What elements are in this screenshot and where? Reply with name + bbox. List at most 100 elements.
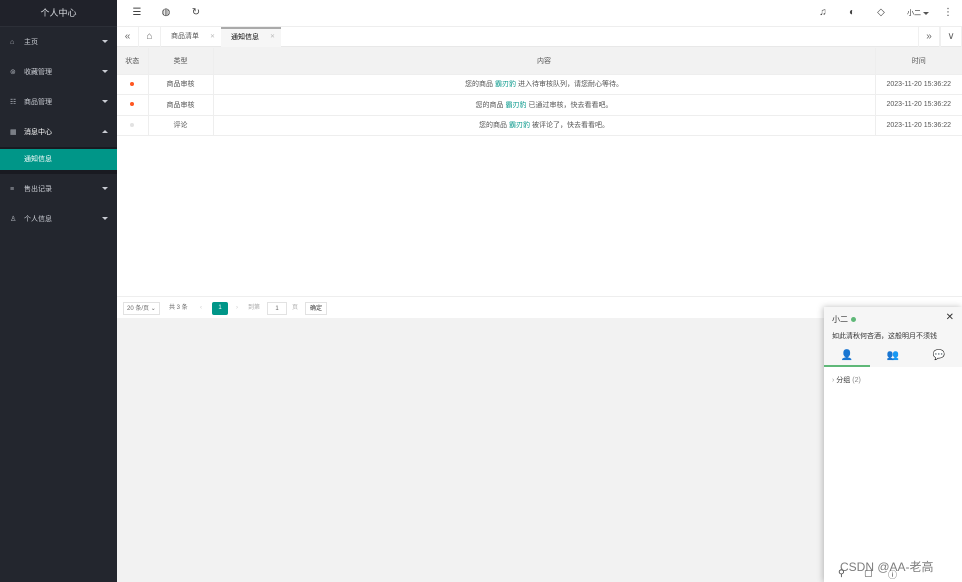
content-cell: 您的商品 霸刃豹 被评论了，快去看看吧。 <box>213 115 876 136</box>
sidebar-item-profile[interactable]: ♙ 个人信息 <box>0 204 117 234</box>
page-unit: 页 <box>292 305 299 311</box>
online-status-dot <box>851 317 856 323</box>
sidebar-item-label: 商品管理 <box>24 99 52 106</box>
goods-link[interactable]: 霸刃豹 <box>495 81 516 88</box>
sidebar-nav: ⌂ 主页 ⊚ 收藏管理 ☷ 商品管理 ▦ 消息中心 通知信息 ≡ 售出记录 ♙ <box>0 27 117 234</box>
chevron-down-icon <box>923 11 929 15</box>
sidebar-item-sales[interactable]: ≡ 售出记录 <box>0 174 117 204</box>
type-cell: 商品审核 <box>148 74 214 95</box>
current-page[interactable]: 1 <box>212 302 228 315</box>
top-header: ☰ ◍ ↻ ♫ ◐ ◇ 小二 ⋮ <box>117 0 962 27</box>
sidebar-submenu: 通知信息 <box>0 147 117 174</box>
home-tab-icon[interactable]: ⌂ <box>139 27 161 47</box>
friend-icon[interactable]: 👤 <box>824 347 870 367</box>
chevron-up-icon <box>102 130 108 133</box>
goods-link[interactable]: 霸刃豹 <box>509 122 530 129</box>
close-icon[interactable]: ✕ <box>210 27 215 47</box>
message-icon: ▦ <box>10 129 17 136</box>
type-cell: 评论 <box>148 115 214 136</box>
sidebar: 个人中心 ⌂ 主页 ⊚ 收藏管理 ☷ 商品管理 ▦ 消息中心 通知信息 ≡ 售出… <box>0 0 117 582</box>
refresh-icon[interactable]: ↻ <box>190 7 202 19</box>
user-name: 小二 <box>907 10 921 17</box>
chat-bubble-icon[interactable]: 💬 <box>916 347 962 367</box>
tab-bar: « ⌂ 商品清单 ✕ 通知信息 ✕ » ∨ <box>117 27 962 47</box>
tabs-prev-icon[interactable]: « <box>117 27 139 47</box>
chevron-down-icon[interactable]: ∨ <box>940 27 962 47</box>
content-text: 被评论了，快去看看吧。 <box>531 122 609 130</box>
tab-label: 商品清单 <box>171 33 199 40</box>
per-page-select[interactable]: 20 条/页 ⌄ <box>123 302 160 315</box>
content-text: 您的商品 <box>465 81 494 89</box>
tabs-next-icon[interactable]: » <box>918 27 940 47</box>
next-page-icon[interactable]: › <box>236 302 238 315</box>
goto-label: 到第 <box>248 305 261 311</box>
goods-icon: ☷ <box>10 99 17 106</box>
time-cell: 2023-11-20 15:36:22 <box>875 115 962 136</box>
sidebar-item-label: 个人信息 <box>24 216 52 223</box>
main-content: 状态 类型 内容 时间 商品审核 您的商品 霸刃豹 进入待审核队列，请您耐心等待… <box>117 48 962 318</box>
chevron-down-icon: ⌄ <box>150 306 156 312</box>
content-text: 已通过审核，快去看看吧。 <box>528 101 613 109</box>
goto-page-input[interactable]: 1 <box>267 302 287 315</box>
more-icon[interactable]: ⋮ <box>942 7 954 19</box>
confirm-button[interactable]: 确定 <box>305 302 328 315</box>
close-icon[interactable]: ✕ <box>946 312 954 323</box>
globe-icon[interactable]: ◍ <box>160 7 172 19</box>
tab-notifications[interactable]: 通知信息 ✕ <box>221 27 281 47</box>
prev-page-icon[interactable]: ‹ <box>200 302 202 315</box>
content-cell: 您的商品 霸刃豹 已通过审核，快去看看吧。 <box>213 94 876 116</box>
chevron-down-icon <box>102 40 108 43</box>
chat-tabs: 👤 👥 💬 <box>824 347 962 367</box>
per-page-value: 20 条/页 <box>127 306 150 312</box>
menu-toggle-icon[interactable]: ☰ <box>131 7 143 19</box>
notification-table: 状态 类型 内容 时间 商品审核 您的商品 霸刃豹 进入待审核队列，请您耐心等待… <box>117 48 962 136</box>
tab-label: 通知信息 <box>231 34 259 41</box>
group-count: (2) <box>852 377 861 384</box>
friend-group[interactable]: › 分组 (2) <box>832 375 861 385</box>
sidebar-subitem-notifications[interactable]: 通知信息 <box>0 149 117 170</box>
chevron-down-icon <box>102 217 108 220</box>
chat-user-name: 小二 <box>832 315 848 324</box>
user-icon: ♙ <box>10 216 17 223</box>
sidebar-item-home[interactable]: ⌂ 主页 <box>0 27 117 57</box>
status-dot <box>130 102 135 107</box>
content-text: 您的商品 <box>479 122 508 130</box>
status-dot <box>130 81 135 86</box>
col-type: 类型 <box>148 48 214 75</box>
type-cell: 商品审核 <box>148 94 214 116</box>
sidebar-item-messages[interactable]: ▦ 消息中心 <box>0 117 117 147</box>
chevron-down-icon <box>102 100 108 103</box>
tag-icon[interactable]: ◇ <box>875 7 887 19</box>
table-header-row: 状态 类型 内容 时间 <box>117 48 962 75</box>
total-count: 共 3 条 <box>169 305 188 311</box>
sidebar-item-collection[interactable]: ⊚ 收藏管理 <box>0 57 117 87</box>
col-content: 内容 <box>213 48 876 75</box>
home-icon: ⌂ <box>10 38 15 46</box>
col-status: 状态 <box>117 48 149 75</box>
chevron-down-icon <box>102 187 108 190</box>
sidebar-item-label: 售出记录 <box>24 186 52 193</box>
close-icon[interactable]: ✕ <box>270 29 275 46</box>
bell-icon[interactable]: ♫ <box>817 7 829 19</box>
content-cell: 您的商品 霸刃豹 进入待审核队列，请您耐心等待。 <box>213 74 876 95</box>
sidebar-logo-title: 个人中心 <box>0 0 117 27</box>
chat-panel: 小二 ✕ 如此清秋何吝酒，这般明月不须钱 👤 👥 💬 › 分组 (2) ⚲ ▢ … <box>824 307 962 582</box>
table-row[interactable]: 商品审核 您的商品 霸刃豹 进入待审核队列，请您耐心等待。 2023-11-20… <box>117 74 962 95</box>
table-row[interactable]: 评论 您的商品 霸刃豹 被评论了，快去看看吧。 2023-11-20 15:36… <box>117 115 962 136</box>
user-menu[interactable]: 小二 <box>907 8 929 18</box>
goods-link[interactable]: 霸刃豹 <box>506 102 527 109</box>
sidebar-item-goods[interactable]: ☷ 商品管理 <box>0 87 117 117</box>
group-label: 分组 <box>836 377 851 384</box>
sidebar-item-label: 主页 <box>24 39 38 46</box>
group-icon[interactable]: 👥 <box>870 347 916 367</box>
tab-goods-list[interactable]: 商品清单 ✕ <box>161 27 221 47</box>
collection-icon: ⊚ <box>10 69 16 76</box>
sidebar-item-label: 收藏管理 <box>24 69 52 76</box>
chevron-right-icon: › <box>832 377 835 384</box>
status-dot <box>130 122 135 127</box>
table-row[interactable]: 商品审核 您的商品 霸刃豹 已通过审核，快去看看吧。 2023-11-20 15… <box>117 94 962 116</box>
palette-icon[interactable]: ◐ <box>846 7 858 19</box>
sidebar-item-label: 消息中心 <box>24 129 52 136</box>
sales-icon: ≡ <box>10 185 15 193</box>
content-text: 进入待审核队列，请您耐心等待。 <box>517 81 623 89</box>
